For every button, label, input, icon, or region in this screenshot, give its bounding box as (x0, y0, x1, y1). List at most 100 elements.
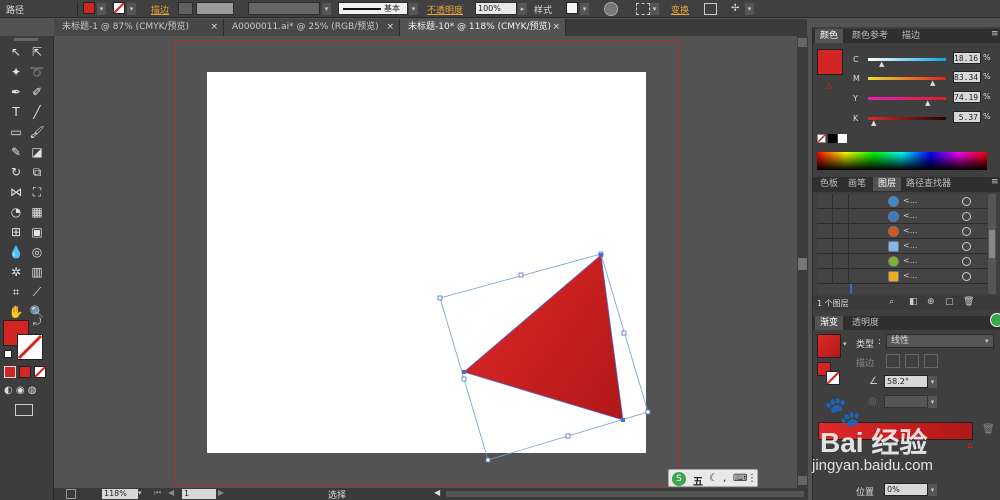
gradient-preview-swatch[interactable] (817, 334, 841, 358)
tab-color-guide[interactable]: 颜色参考 (847, 29, 893, 43)
lock-toggle[interactable] (833, 224, 849, 239)
target-icon[interactable] (962, 212, 971, 221)
ime-mode-label[interactable]: 五 (693, 473, 703, 488)
target-icon[interactable] (962, 197, 971, 206)
channel-y-value[interactable]: 74.19 (953, 91, 981, 103)
tab-transparency[interactable]: 透明度 (847, 316, 884, 330)
black-swatch[interactable] (828, 134, 837, 143)
clipping-mask-icon[interactable]: ◧ (909, 297, 918, 307)
tab-pathfinder[interactable]: 路径查找器 (901, 177, 956, 191)
tab-stroke[interactable]: 描边 (897, 29, 925, 43)
new-sublayer-icon[interactable]: ⊕ (927, 297, 935, 307)
ime-menu-icon[interactable]: ⋮ (747, 473, 757, 484)
layer-thumbnail (888, 211, 899, 222)
visibility-toggle[interactable] (817, 209, 833, 224)
scroll-down-button[interactable] (798, 476, 807, 485)
layer-name[interactable]: <... (903, 211, 917, 220)
visibility-toggle[interactable] (817, 269, 833, 284)
artboard-number-input[interactable]: 1 (182, 489, 216, 499)
slider-thumb[interactable]: ▲ (930, 79, 935, 87)
target-icon[interactable] (962, 272, 971, 281)
next-artboard-icon[interactable]: ▶ (218, 488, 224, 497)
visibility-toggle[interactable] (817, 254, 833, 269)
prev-artboard-icon[interactable]: ◀ (168, 488, 174, 497)
panel-menu-icon[interactable]: ≡ (991, 177, 999, 187)
channel-k-value[interactable]: 5.37 (953, 111, 981, 123)
visibility-toggle[interactable] (817, 224, 833, 239)
chevron-down-icon: ▾ (985, 337, 989, 345)
stroke-gradient-along-icon[interactable] (905, 354, 919, 368)
stroke-gradient-across-icon[interactable] (924, 354, 938, 368)
scroll-thumb[interactable] (798, 258, 807, 270)
tab-layers[interactable]: 图层 (873, 177, 902, 191)
horizontal-scrollbar[interactable] (446, 491, 804, 497)
artboard-nav-icon[interactable] (66, 489, 76, 499)
target-icon[interactable] (962, 227, 971, 236)
layer-item[interactable]: <... (817, 209, 987, 224)
layer-item[interactable]: <... (817, 239, 987, 254)
watermark: 🐾 Bai 经验 jingyan.baidu.com (812, 395, 1000, 485)
none-swatch[interactable] (817, 134, 826, 143)
channel-m-value[interactable]: 83.34 (953, 71, 981, 83)
layer-name[interactable]: <... (903, 241, 917, 250)
location-dropdown[interactable]: ▾ (928, 484, 937, 496)
channel-c-value[interactable]: 18.16 (953, 52, 981, 64)
color-spectrum[interactable] (817, 152, 987, 170)
lock-toggle[interactable] (833, 254, 849, 269)
vertical-scrollbar[interactable] (797, 36, 808, 488)
slider-thumb[interactable]: ▲ (925, 99, 930, 107)
color-panel-fill-swatch[interactable] (817, 49, 843, 75)
channel-y-slider[interactable] (868, 97, 946, 100)
zoom-dropdown-icon[interactable]: ▾ (138, 489, 142, 497)
channel-k-slider[interactable] (868, 117, 946, 120)
ime-toolbar[interactable]: S 五 ☾ , ⌨ ⋮ (668, 469, 758, 488)
scroll-thumb[interactable] (989, 230, 995, 258)
layers-scrollbar[interactable] (988, 194, 996, 294)
ime-keyboard-icon[interactable]: ⌨ (733, 473, 747, 484)
scroll-up-button[interactable] (798, 38, 807, 47)
out-of-gamut-warning-icon[interactable]: ⚠ (825, 82, 833, 92)
ime-punct-icon[interactable]: , (723, 473, 726, 484)
red-triangle[interactable] (464, 255, 623, 420)
tab-gradient[interactable]: 渐变 (815, 316, 844, 330)
new-layer-icon[interactable]: ▢ (945, 297, 954, 307)
layer-item[interactable]: <... (817, 269, 987, 284)
status-menu-icon[interactable]: ◀ (434, 488, 440, 497)
gradient-angle-input[interactable]: 58.2° (884, 375, 928, 388)
ime-moon-icon[interactable]: ☾ (709, 473, 718, 484)
locate-object-icon[interactable]: ⌕ (889, 297, 894, 307)
target-icon[interactable] (962, 257, 971, 266)
layer-name[interactable]: <... (903, 271, 917, 280)
lock-toggle[interactable] (833, 194, 849, 209)
slider-thumb[interactable]: ▲ (879, 60, 884, 68)
visibility-toggle[interactable] (817, 194, 833, 209)
handle-top-left (437, 295, 443, 301)
channel-k-label: K (853, 114, 859, 123)
layer-item[interactable]: <... (817, 254, 987, 269)
lock-toggle[interactable] (833, 239, 849, 254)
gradient-stroke-indicator[interactable] (826, 371, 840, 385)
panel-menu-icon[interactable]: ≡ (991, 29, 999, 39)
zoom-input[interactable]: 118% (102, 489, 138, 499)
expand-panel-icon[interactable] (990, 313, 1000, 327)
layer-name[interactable]: <... (903, 256, 917, 265)
gradient-type-select[interactable]: 线性 (886, 334, 994, 348)
angle-dropdown[interactable]: ▾ (928, 376, 937, 388)
stroke-gradient-within-icon[interactable] (886, 354, 900, 368)
lock-toggle[interactable] (833, 269, 849, 284)
layer-name[interactable]: <... (903, 226, 917, 235)
layer-item[interactable]: <... (817, 224, 987, 239)
layer-name[interactable]: <... (903, 196, 917, 205)
target-icon[interactable] (962, 242, 971, 251)
white-swatch[interactable] (838, 134, 847, 143)
tab-brushes[interactable]: 画笔 (843, 177, 871, 191)
tab-color[interactable]: 颜色 (815, 29, 844, 43)
tab-swatches[interactable]: 色板 (815, 177, 843, 191)
lock-toggle[interactable] (833, 209, 849, 224)
visibility-toggle[interactable] (817, 239, 833, 254)
slider-thumb[interactable]: ▲ (871, 119, 876, 127)
layer-item[interactable]: <... (817, 194, 987, 209)
delete-layer-icon[interactable]: 🗑 (963, 297, 974, 307)
gradient-preset-dropdown-icon[interactable]: ▾ (843, 340, 847, 348)
first-artboard-icon[interactable]: ⏮ (154, 488, 161, 498)
